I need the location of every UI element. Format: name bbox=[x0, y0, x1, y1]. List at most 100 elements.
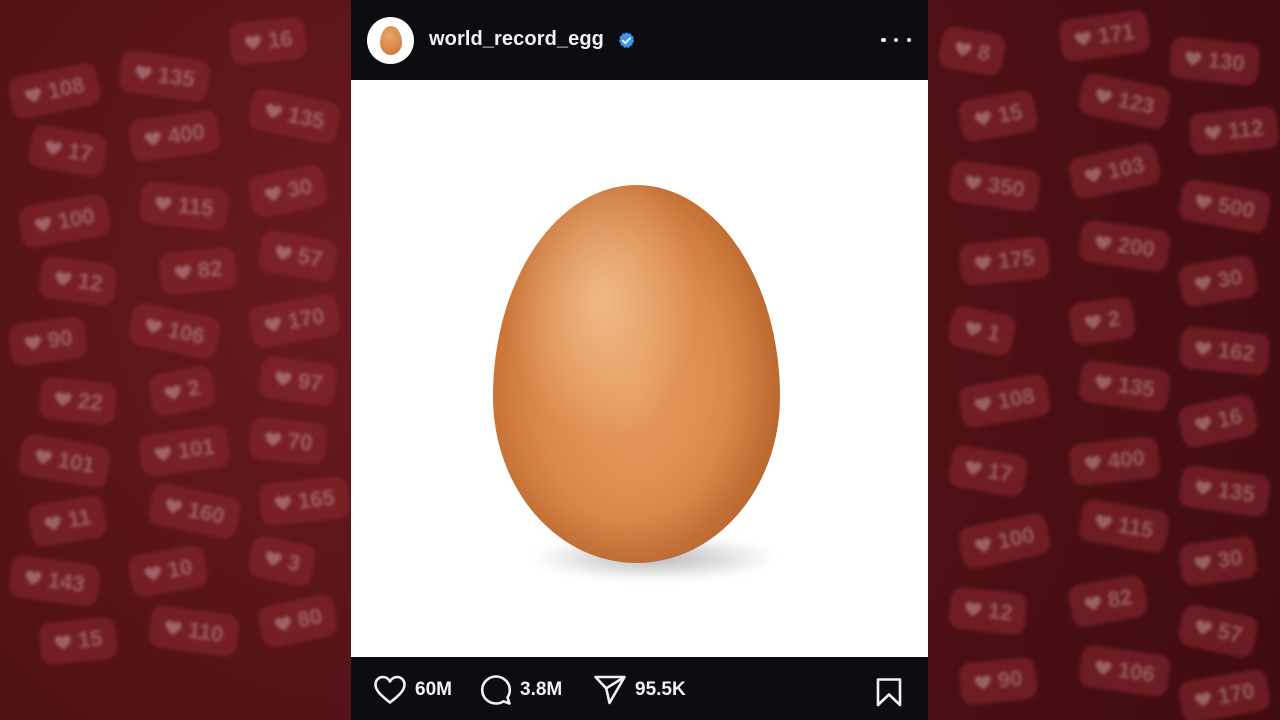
comment-button[interactable]: 3.8M bbox=[480, 675, 562, 705]
like-bubble-count: 10 bbox=[165, 553, 195, 583]
like-bubble: 16 bbox=[228, 16, 309, 66]
like-bubble: 135 bbox=[117, 49, 212, 103]
share-button[interactable]: 95.5K bbox=[593, 675, 686, 705]
like-bubble-count: 17 bbox=[985, 458, 1015, 488]
like-bubble: 2 bbox=[1067, 295, 1137, 347]
post-actions-bar: 60M 3.8M 95.5K bbox=[351, 657, 928, 720]
like-bubble-count: 115 bbox=[1116, 512, 1156, 543]
like-bubble-count: 97 bbox=[296, 368, 325, 397]
like-bubble: 171 bbox=[1057, 9, 1152, 63]
heart-icon bbox=[274, 495, 291, 511]
heart-icon bbox=[25, 570, 42, 585]
like-bubble-count: 82 bbox=[1105, 583, 1135, 613]
heart-icon bbox=[24, 335, 41, 351]
like-bubble: 112 bbox=[1188, 105, 1280, 157]
like-bubble-count: 115 bbox=[176, 192, 215, 222]
like-bubble-count: 175 bbox=[996, 244, 1036, 274]
like-bubble-count: 135 bbox=[285, 101, 327, 135]
like-bubble-count: 3 bbox=[285, 549, 303, 577]
like-bubble: 10 bbox=[126, 543, 210, 599]
like-bubble-count: 8 bbox=[975, 39, 993, 66]
like-bubble: 82 bbox=[158, 246, 239, 296]
like-bubble: 30 bbox=[246, 162, 331, 220]
like-bubble: 17 bbox=[26, 123, 110, 179]
heart-icon bbox=[965, 175, 982, 190]
like-bubble-count: 400 bbox=[166, 118, 207, 149]
like-bubble: 100 bbox=[956, 511, 1053, 571]
like-bubble: 100 bbox=[17, 192, 112, 250]
like-bubble-count: 82 bbox=[196, 255, 224, 283]
like-bubble: 82 bbox=[1066, 573, 1150, 629]
like-bubble: 143 bbox=[7, 554, 102, 608]
like-bubble-count: 1 bbox=[985, 319, 1003, 347]
like-button[interactable]: 60M bbox=[373, 675, 452, 705]
heart-icon bbox=[1084, 167, 1101, 183]
heart-icon bbox=[55, 271, 72, 286]
like-bubble: 115 bbox=[138, 180, 230, 232]
like-bubble: 175 bbox=[958, 235, 1051, 287]
heart-icon bbox=[274, 616, 291, 632]
like-bubble: 160 bbox=[146, 481, 243, 541]
heart-icon bbox=[154, 446, 171, 461]
post-image[interactable] bbox=[351, 80, 928, 657]
heart-icon bbox=[1194, 416, 1211, 432]
heart-icon bbox=[55, 392, 72, 407]
like-bubble-count: 108 bbox=[45, 71, 87, 105]
heart-icon bbox=[266, 103, 283, 119]
heart-icon bbox=[265, 551, 282, 566]
like-bubble: 80 bbox=[256, 592, 341, 650]
username[interactable]: world_record_egg bbox=[429, 28, 604, 51]
like-bubble-count: 170 bbox=[285, 302, 327, 334]
more-dot bbox=[881, 37, 886, 43]
like-bubble: 170 bbox=[247, 292, 342, 350]
like-bubble-count: 112 bbox=[1226, 114, 1265, 144]
like-bubble-count: 101 bbox=[56, 447, 97, 479]
heart-icon bbox=[1095, 235, 1112, 250]
like-bubble-count: 160 bbox=[185, 496, 227, 530]
like-bubble: 3 bbox=[246, 533, 318, 589]
heart-icon bbox=[1095, 375, 1112, 390]
like-bubble-count: 170 bbox=[1215, 677, 1257, 709]
heart-icon bbox=[1194, 555, 1211, 571]
like-bubble-count: 135 bbox=[1216, 477, 1257, 508]
heart-icon bbox=[44, 515, 61, 531]
like-bubble-count: 90 bbox=[46, 324, 74, 353]
like-bubble-count: 57 bbox=[1215, 618, 1245, 648]
like-bubble: 106 bbox=[126, 301, 223, 361]
heart-icon bbox=[1194, 275, 1211, 291]
like-bubble-count: 500 bbox=[1216, 192, 1257, 224]
like-bubble-count: 30 bbox=[1215, 263, 1245, 293]
more-options-icon[interactable] bbox=[881, 30, 911, 50]
heart-icon bbox=[965, 602, 982, 617]
like-bubble-count: 400 bbox=[1106, 444, 1146, 474]
like-bubble-count: 200 bbox=[1116, 232, 1157, 263]
heart-icon bbox=[275, 245, 292, 261]
like-bubble: 106 bbox=[1077, 644, 1172, 698]
like-bubble-count: 80 bbox=[295, 603, 325, 633]
heart-icon bbox=[135, 65, 152, 80]
like-bubble-count: 106 bbox=[165, 316, 207, 350]
more-dot bbox=[893, 37, 899, 43]
comments-count: 3.8M bbox=[520, 679, 563, 700]
like-bubble: 110 bbox=[147, 604, 240, 658]
heart-icon bbox=[34, 217, 51, 232]
heart-icon bbox=[174, 265, 191, 280]
like-bubble-count: 110 bbox=[186, 617, 226, 648]
heart-icon bbox=[965, 321, 982, 336]
like-bubble-count: 15 bbox=[76, 625, 104, 653]
like-bubble: 90 bbox=[7, 314, 90, 368]
like-bubble: 12 bbox=[37, 254, 120, 308]
like-bubble-count: 100 bbox=[995, 521, 1037, 555]
like-bubble: 90 bbox=[958, 656, 1039, 706]
heart-icon bbox=[24, 87, 41, 103]
like-bubble: 350 bbox=[947, 159, 1042, 213]
heart-icon bbox=[164, 385, 181, 400]
egg-avatar-image bbox=[379, 26, 402, 55]
heart-icon bbox=[1095, 660, 1112, 675]
like-bubble-count: 16 bbox=[1215, 403, 1245, 433]
heart-icon bbox=[275, 371, 292, 386]
bookmark-icon[interactable] bbox=[875, 677, 903, 707]
like-bubble: 500 bbox=[1177, 177, 1272, 235]
avatar[interactable] bbox=[367, 17, 414, 64]
like-bubble: 108 bbox=[957, 372, 1052, 430]
